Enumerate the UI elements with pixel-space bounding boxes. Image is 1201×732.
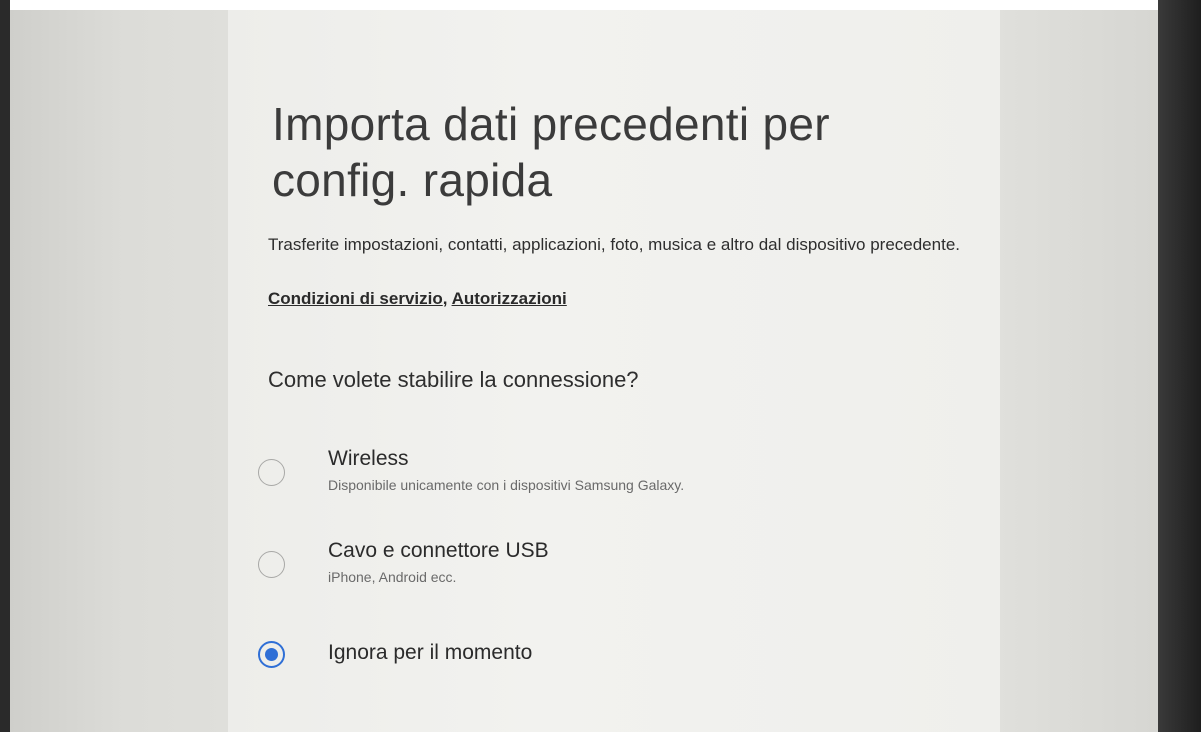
option-wireless-label: Wireless	[328, 447, 409, 470]
connection-question: Come volete stabilire la connessione?	[268, 367, 639, 392]
setup-card: Importa dati precedenti per config. rapi…	[228, 10, 1000, 732]
option-skip[interactable]: Ignora per il momento	[258, 641, 958, 701]
option-usb[interactable]: Cavo e connettore USB iPhone, Android ec…	[258, 539, 958, 599]
device-bezel-left	[0, 0, 10, 732]
radio-wireless[interactable]	[258, 459, 285, 486]
permissions-link[interactable]: Autorizzazioni	[452, 289, 567, 308]
radio-skip[interactable]	[258, 641, 285, 668]
option-wireless-sublabel: Disponibile unicamente con i dispositivi…	[328, 477, 685, 493]
top-edge	[0, 0, 1201, 10]
option-usb-sublabel: iPhone, Android ecc.	[328, 569, 457, 585]
radio-usb[interactable]	[258, 551, 285, 578]
links-separator: ,	[442, 289, 452, 308]
option-skip-label: Ignora per il momento	[328, 641, 533, 664]
page-description: Trasferite impostazioni, contatti, appli…	[268, 235, 960, 254]
terms-of-service-link[interactable]: Condizioni di servizio	[268, 289, 443, 308]
option-usb-label: Cavo e connettore USB	[328, 539, 549, 562]
page-title: Importa dati precedenti per config. rapi…	[272, 98, 830, 206]
device-bezel-right	[1158, 0, 1201, 732]
legal-links: Condizioni di servizio, Autorizzazioni	[268, 289, 567, 309]
option-wireless[interactable]: Wireless Disponibile unicamente con i di…	[258, 447, 958, 507]
device-screen: Importa dati precedenti per config. rapi…	[10, 10, 1158, 732]
